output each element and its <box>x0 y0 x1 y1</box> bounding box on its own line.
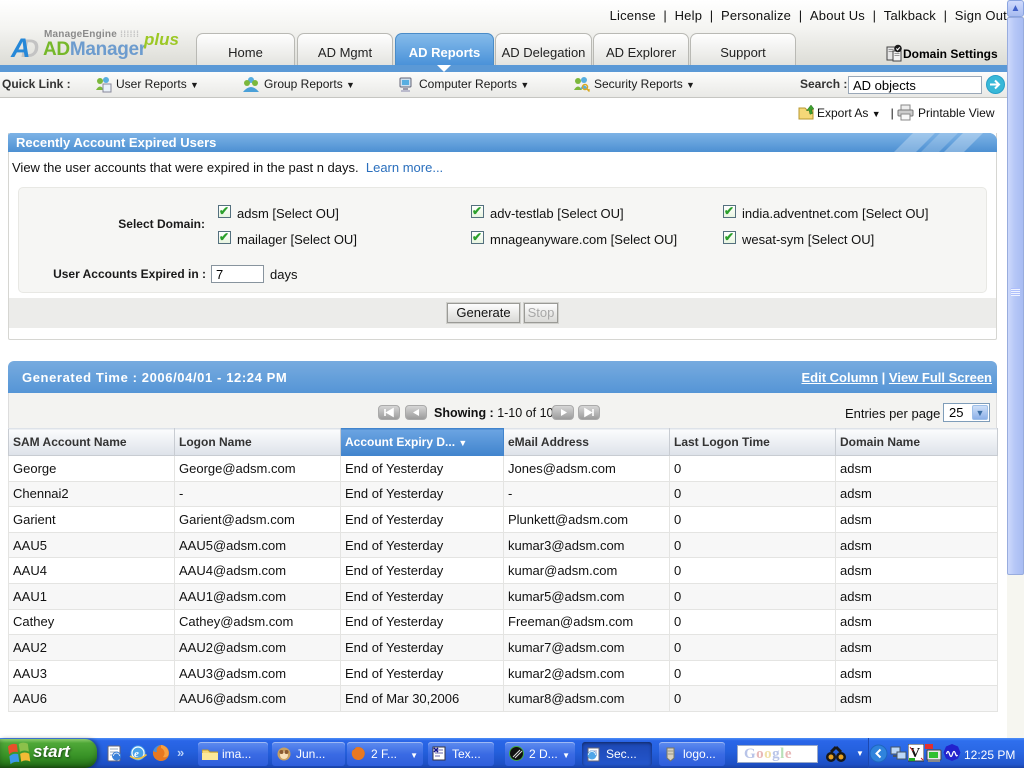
svg-text:e: e <box>134 748 139 760</box>
